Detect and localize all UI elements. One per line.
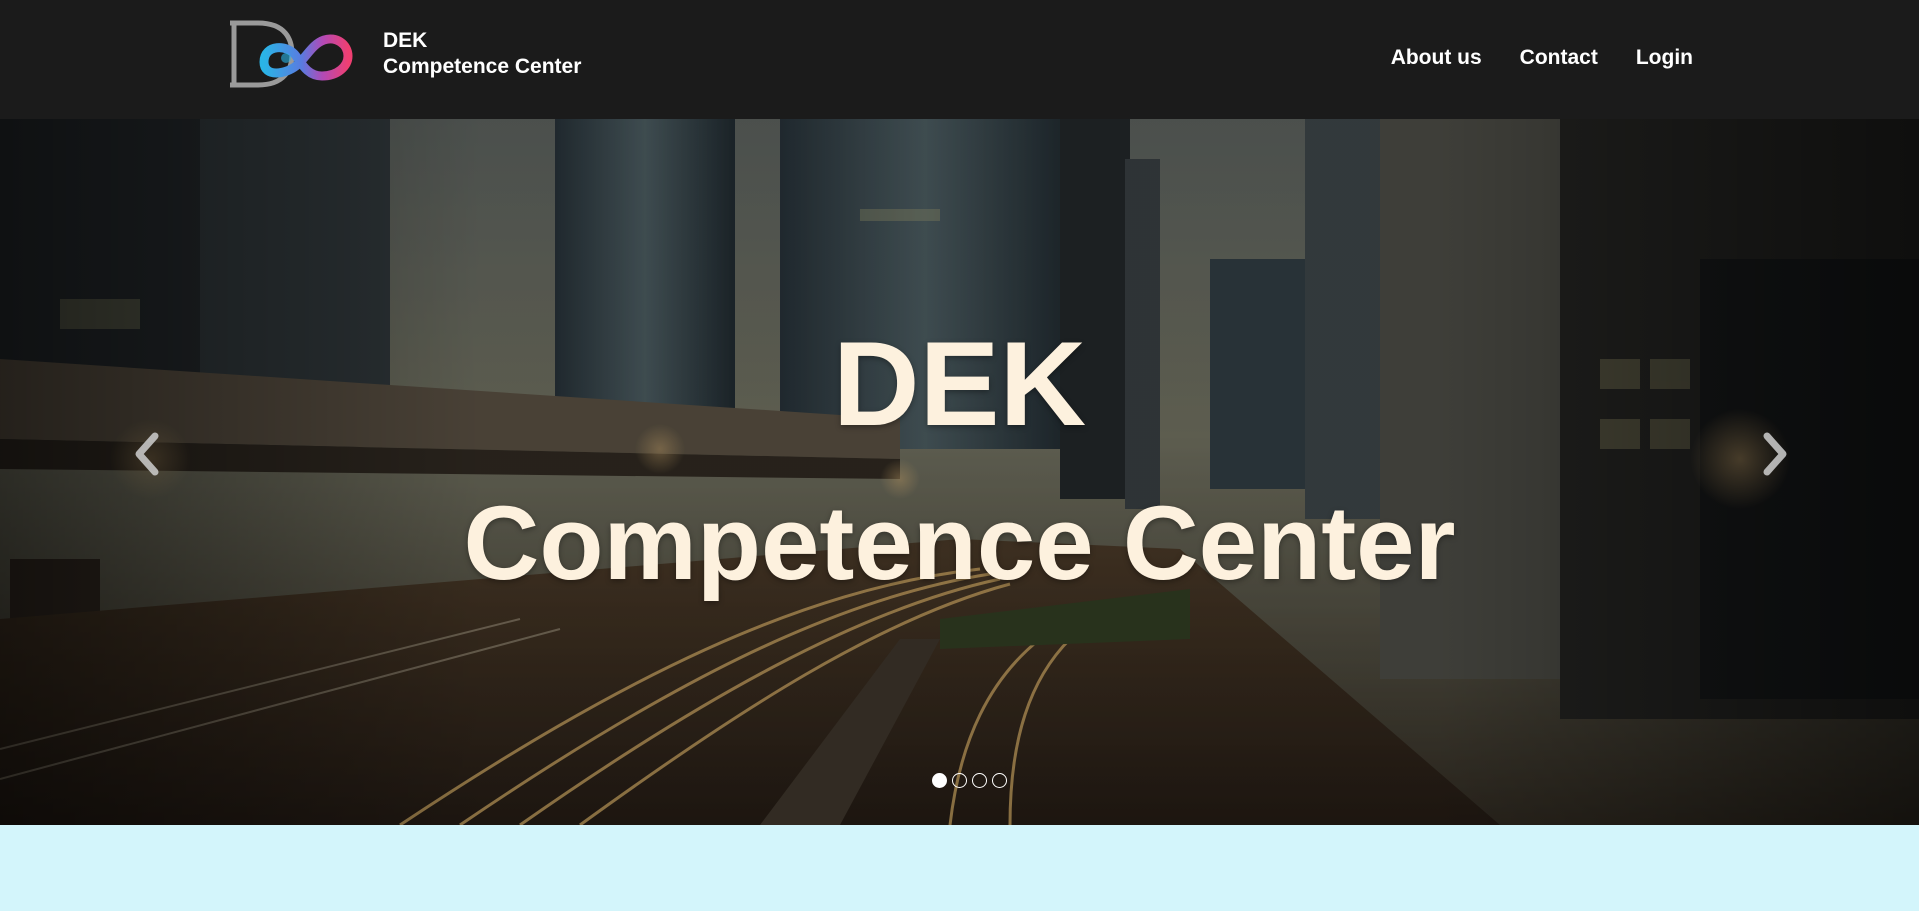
hero-carousel: DEK Competence Center (0, 119, 1919, 825)
hero-title-line-2: Competence Center (463, 485, 1456, 602)
dek-logo-icon (230, 20, 353, 88)
nav-contact-link[interactable]: Contact (1520, 42, 1598, 74)
carousel-next-button[interactable] (1746, 419, 1806, 489)
main-nav: About us Contact Login (1391, 42, 1693, 74)
carousel-prev-button[interactable] (116, 419, 176, 489)
content-section (0, 825, 1919, 911)
nav-about-us-link[interactable]: About us (1391, 42, 1482, 74)
brand-line-2: Competence Center (383, 55, 582, 78)
brand-text: DEK Competence Center (383, 28, 581, 80)
chevron-left-icon (135, 432, 159, 476)
brand-line-1: DEK (383, 29, 428, 52)
carousel-indicator-2[interactable] (952, 773, 967, 788)
brand-home-link[interactable]: DEK Competence Center (230, 18, 581, 90)
hero-title-line-1: DEK (832, 317, 1087, 451)
carousel-indicator-4[interactable] (992, 773, 1007, 788)
hero-background-image (0, 119, 1919, 825)
chevron-right-icon (1763, 432, 1787, 476)
nav-login-link[interactable]: Login (1636, 42, 1693, 74)
carousel-indicators (0, 773, 1919, 788)
top-navbar: DEK Competence Center About us Contact L… (0, 0, 1919, 119)
carousel-indicator-1[interactable] (932, 773, 947, 788)
carousel-indicator-3[interactable] (972, 773, 987, 788)
